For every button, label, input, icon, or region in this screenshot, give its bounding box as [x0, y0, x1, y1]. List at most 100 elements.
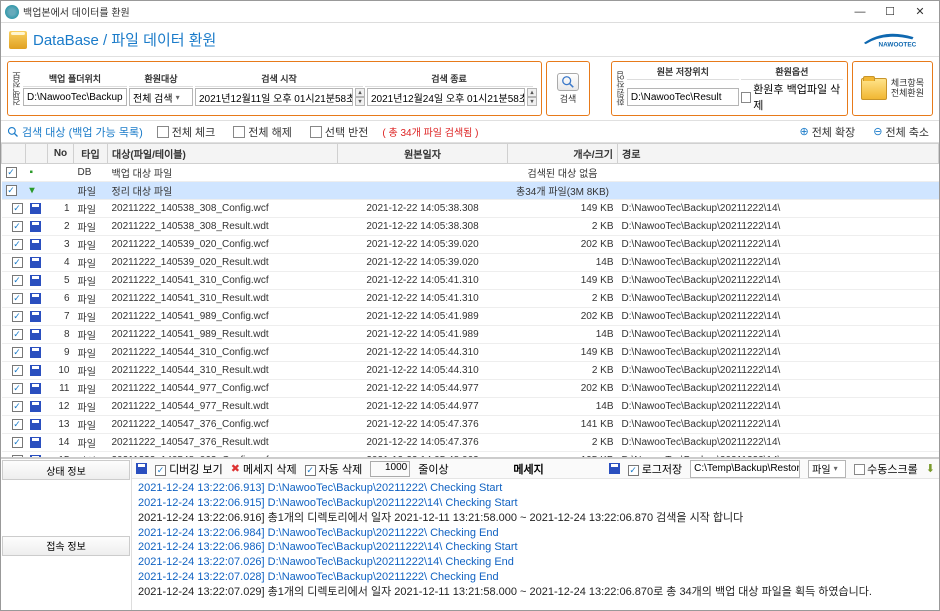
delete-after-restore-checkbox[interactable]: [741, 92, 751, 103]
row-checkbox[interactable]: ✓: [12, 203, 23, 214]
check-all-button[interactable]: 전체 체크: [153, 123, 220, 141]
table-row[interactable]: ✓1파일20211222_140538_308_Config.wcf2021-1…: [2, 200, 939, 218]
file-icon: [30, 347, 41, 358]
file-icon: [30, 203, 41, 214]
table-row[interactable]: ✓10파일20211222_140544_310_Result.wdt2021-…: [2, 362, 939, 380]
search-start-input[interactable]: 2021년12월11일 오후 01시21분58초: [195, 88, 353, 106]
expand-all-button[interactable]: ⊕전체 확장: [795, 123, 859, 141]
row-checkbox[interactable]: ✓: [12, 239, 23, 250]
msg-delete-button[interactable]: 메세지 삭제: [243, 461, 297, 477]
line-count-suffix: 줄이상: [418, 461, 448, 477]
search-end-input[interactable]: 2021년12월24일 오후 01시21분58초: [367, 88, 525, 106]
scroll-bottom-icon[interactable]: ⬇: [926, 462, 935, 475]
restore-all-group: 체크항목 전체환원: [852, 61, 933, 116]
table-row[interactable]: ✓7파일20211222_140541_989_Config.wcf2021-1…: [2, 308, 939, 326]
col-check[interactable]: [2, 144, 26, 164]
end-down-button[interactable]: ▾: [527, 97, 537, 106]
manual-scroll-checkbox[interactable]: [854, 464, 865, 475]
line-count-input[interactable]: 1000: [370, 461, 410, 477]
end-up-button[interactable]: ▴: [527, 88, 537, 97]
debug-view-label: 디버깅 보기: [169, 464, 223, 476]
invert-selection-button[interactable]: 선택 반전: [306, 123, 373, 141]
backup-folder-input[interactable]: D:\NawooTec\Backup: [23, 88, 127, 106]
table-row[interactable]: ✓3파일20211222_140539_020_Config.wcf2021-1…: [2, 236, 939, 254]
col-target[interactable]: 대상(파일/테이블): [108, 144, 338, 164]
log-line: 2021-12-24 13:22:06.916] 총1개의 디렉토리에서 일자 …: [138, 511, 933, 526]
file-icon: [30, 311, 41, 322]
folder-tree-icon[interactable]: ▪: [30, 167, 34, 178]
col-size[interactable]: 개수/크기: [508, 144, 618, 164]
table-row[interactable]: ✓13파일20211222_140547_376_Config.wcf2021-…: [2, 416, 939, 434]
auto-delete-checkbox[interactable]: ✓: [305, 465, 316, 476]
col-icon[interactable]: [26, 144, 48, 164]
h-backup-folder: 백업 폴더위치: [23, 71, 127, 87]
start-down-button[interactable]: ▾: [355, 97, 365, 106]
minimize-button[interactable]: —: [845, 3, 875, 21]
folder-tree-icon[interactable]: ▾: [30, 185, 35, 196]
save-icon: [136, 463, 147, 474]
search-button[interactable]: [557, 73, 579, 91]
uncheck-all-button[interactable]: 전체 해제: [229, 123, 296, 141]
h-search-start: 검색 시작: [195, 71, 363, 87]
state-info-button[interactable]: 상태 정보: [2, 460, 130, 480]
table-row[interactable]: ✓6파일20211222_140541_310_Result.wdt2021-1…: [2, 290, 939, 308]
save-log-checkbox[interactable]: ✓: [628, 465, 639, 476]
table-row[interactable]: ✓11파일20211222_140544_977_Config.wcf2021-…: [2, 380, 939, 398]
row-checkbox[interactable]: ✓: [12, 419, 23, 430]
log-path-input[interactable]: C:\Temp\Backup\Restore: [690, 460, 800, 478]
row-checkbox[interactable]: ✓: [12, 437, 23, 448]
table-row[interactable]: ✓9파일20211222_140544_310_Config.wcf2021-1…: [2, 344, 939, 362]
row-checkbox[interactable]: ✓: [12, 311, 23, 322]
row-checkbox[interactable]: ✓: [12, 293, 23, 304]
row-checkbox[interactable]: ✓: [12, 365, 23, 376]
table-row[interactable]: ✓8파일20211222_140541_989_Result.wdt2021-1…: [2, 326, 939, 344]
log-body[interactable]: 2021-12-24 13:22:06.913] D:\NawooTec\Bac…: [132, 479, 939, 610]
restore-target-combo[interactable]: 전체 검색: [129, 88, 193, 106]
file-icon: [30, 239, 41, 250]
file-icon: [30, 419, 41, 430]
start-up-button[interactable]: ▴: [355, 88, 365, 97]
log-line: 2021-12-24 13:22:06.913] D:\NawooTec\Bac…: [138, 481, 933, 496]
row-checkbox[interactable]: ✓: [12, 347, 23, 358]
row-checkbox[interactable]: ✓: [12, 257, 23, 268]
debug-view-checkbox[interactable]: ✓: [155, 465, 166, 476]
titlebar: 백업본에서 데이터를 환원 — ☐ ✕: [1, 1, 939, 23]
connection-info-button[interactable]: 접속 정보: [2, 536, 130, 556]
table-row[interactable]: ✓2파일20211222_140538_308_Result.wdt2021-1…: [2, 218, 939, 236]
info-tabs: 상태 정보 접속 정보: [1, 459, 131, 610]
grid-header-row: No 타입 대상(파일/테이블) 원본일자 개수/크기 경로: [2, 144, 939, 164]
page-title: DataBase / 파일 데이터 환원: [33, 29, 861, 50]
row-checkbox[interactable]: ✓: [12, 221, 23, 232]
col-date[interactable]: 원본일자: [338, 144, 508, 164]
collapse-all-button[interactable]: ⊖전체 축소: [869, 123, 933, 141]
row-checkbox[interactable]: ✓: [12, 329, 23, 340]
save-log-icon: [609, 463, 620, 474]
row-checkbox[interactable]: ✓: [6, 167, 17, 178]
row-checkbox[interactable]: ✓: [12, 401, 23, 412]
row-checkbox[interactable]: ✓: [6, 185, 17, 196]
file-icon: [30, 383, 41, 394]
close-button[interactable]: ✕: [905, 3, 935, 21]
folder-icon: [861, 78, 887, 100]
file-grid[interactable]: No 타입 대상(파일/테이블) 원본일자 개수/크기 경로 ✓▪DB백업 대상…: [1, 143, 939, 458]
restore-all-button[interactable]: 체크항목 전체환원: [857, 76, 928, 102]
row-checkbox[interactable]: ✓: [12, 275, 23, 286]
group-row[interactable]: ✓▾파일정리 대상 파일총34개 파일(3M 8KB): [2, 182, 939, 200]
col-type[interactable]: 타입: [74, 144, 108, 164]
col-path[interactable]: 경로: [618, 144, 939, 164]
log-line: 2021-12-24 13:22:07.029] 총1개의 디렉토리에서 일자 …: [138, 585, 933, 600]
invert-icon: [310, 126, 322, 138]
group-row[interactable]: ✓▪DB백업 대상 파일검색된 대상 없음: [2, 164, 939, 182]
h-restore-option: 환원옵션: [741, 64, 843, 80]
table-row[interactable]: ✓4파일20211222_140539_020_Result.wdt2021-1…: [2, 254, 939, 272]
row-checkbox[interactable]: ✓: [12, 383, 23, 394]
nawootec-logo: NAWOOTEC: [861, 30, 931, 50]
table-row[interactable]: ✓5파일20211222_140541_310_Config.wcf2021-1…: [2, 272, 939, 290]
table-row[interactable]: ✓14파일20211222_140547_376_Result.wdt2021-…: [2, 434, 939, 452]
maximize-button[interactable]: ☐: [875, 3, 905, 21]
table-row[interactable]: ✓12파일20211222_140544_977_Result.wdt2021-…: [2, 398, 939, 416]
original-path-input[interactable]: D:\NawooTec\Result: [627, 88, 739, 106]
col-no[interactable]: No: [48, 144, 74, 164]
log-type-combo[interactable]: 파일: [808, 460, 846, 478]
delete-icon: ✖: [231, 462, 240, 475]
